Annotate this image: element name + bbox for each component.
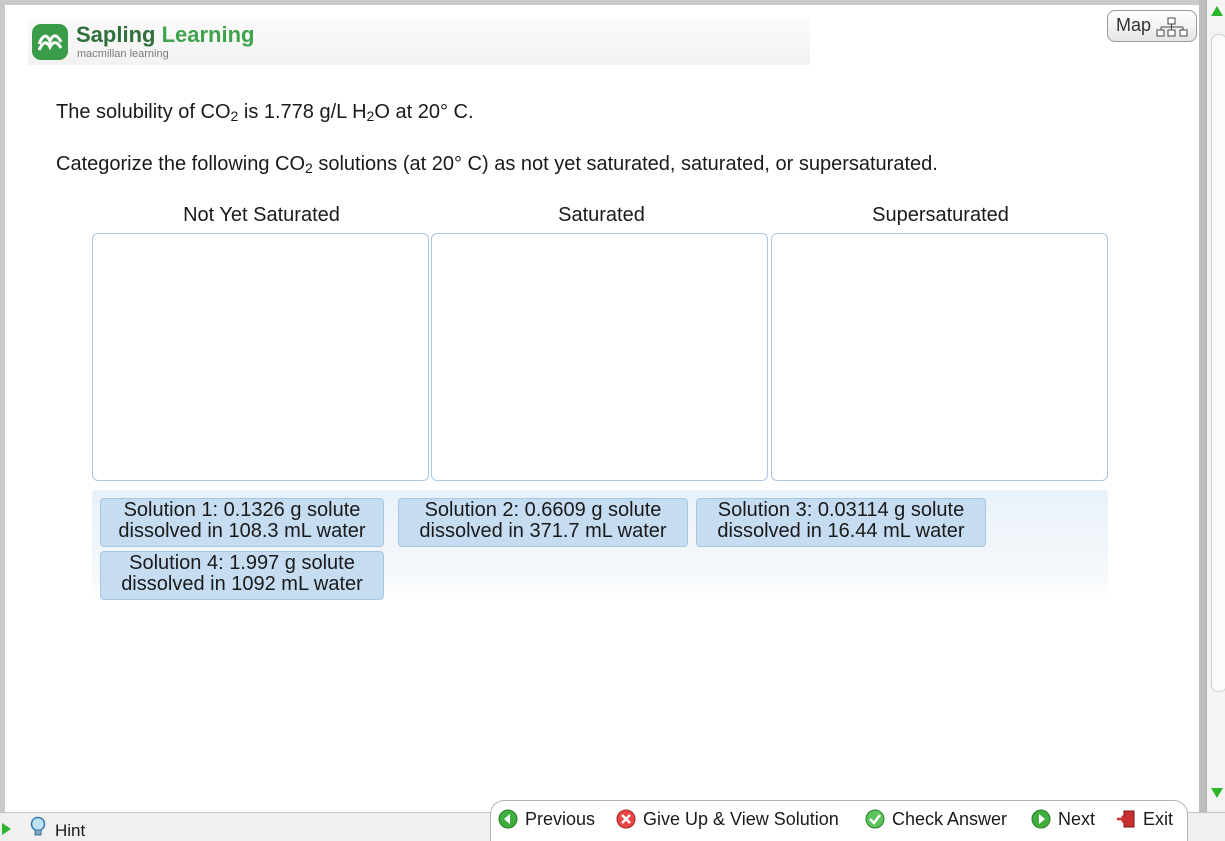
brand-name-part2: Learning: [161, 22, 255, 47]
brand-name: Sapling Learning: [76, 22, 254, 48]
vertical-scrollbar[interactable]: [1206, 0, 1225, 812]
category-label-not-yet-saturated: Not Yet Saturated: [183, 204, 340, 226]
solution-4-line2: dissolved in 1092 mL water: [121, 573, 363, 595]
q2-text-b: solutions (at 20° C) as not yet saturate…: [312, 153, 938, 175]
give-up-label: Give Up & View Solution: [643, 808, 839, 829]
draggable-solution-1[interactable]: Solution 1: 0.1326 g solute dissolved in…: [100, 498, 384, 547]
drop-bin-supersaturated[interactable]: [771, 233, 1108, 481]
give-up-x-icon: [616, 809, 636, 829]
next-button[interactable]: Next: [1031, 808, 1095, 830]
scroll-down-arrow-icon[interactable]: [1211, 788, 1223, 798]
check-answer-label: Check Answer: [892, 808, 1008, 829]
brand-subtitle: macmillan learning: [77, 48, 169, 60]
solution-1-line2: dissolved in 108.3 mL water: [118, 520, 366, 542]
previous-label: Previous: [525, 808, 596, 829]
exit-door-icon: [1117, 810, 1135, 828]
next-label: Next: [1058, 808, 1096, 829]
solution-4-line1: Solution 4: 1.997 g solute: [129, 552, 355, 574]
window-frame-top: [0, 0, 1204, 5]
hint-expand-arrow-icon[interactable]: [2, 823, 11, 835]
category-label-supersaturated: Supersaturated: [872, 204, 1009, 226]
q1-text-a: The solubility of CO: [56, 101, 231, 123]
hint-link[interactable]: Hint: [55, 821, 85, 841]
sapling-logo-icon: [32, 24, 68, 60]
exit-label: Exit: [1143, 808, 1174, 829]
lightbulb-icon[interactable]: [28, 816, 48, 838]
window-frame-right: [1199, 0, 1206, 812]
question-instruction: Categorize the following CO2 solutions (…: [56, 153, 938, 176]
category-label-saturated: Saturated: [558, 204, 645, 226]
sitemap-icon: [1156, 17, 1188, 37]
solution-1-line1: Solution 1: 0.1326 g solute: [123, 499, 361, 521]
draggable-solution-3[interactable]: Solution 3: 0.03114 g solute dissolved i…: [696, 498, 986, 547]
check-icon: [865, 809, 885, 829]
draggable-solution-2[interactable]: Solution 2: 0.6609 g solute dissolved in…: [398, 498, 688, 547]
next-arrow-icon: [1031, 809, 1051, 829]
q1-text-b: is 1.778 g/L H: [238, 101, 367, 123]
solution-2-line1: Solution 2: 0.6609 g solute: [424, 499, 662, 521]
q2-text-a: Categorize the following CO: [56, 153, 306, 175]
scroll-thumb[interactable]: [1211, 34, 1225, 692]
previous-arrow-icon: [498, 809, 518, 829]
drop-bin-saturated[interactable]: [431, 233, 768, 481]
question-solubility-statement: The solubility of CO2 is 1.778 g/L H2O a…: [56, 101, 474, 124]
previous-button[interactable]: Previous: [498, 808, 595, 830]
q1-text-c: O at 20° C.: [374, 101, 474, 123]
q2-subscript: 2: [305, 160, 313, 176]
solution-2-line2: dissolved in 371.7 mL water: [419, 520, 667, 542]
drop-bin-not-yet-saturated[interactable]: [92, 233, 429, 481]
window-frame-left: [0, 0, 5, 812]
scroll-up-arrow-icon[interactable]: [1211, 6, 1223, 16]
exit-button[interactable]: Exit: [1116, 808, 1173, 830]
brand-name-part1: Sapling: [76, 22, 162, 47]
solution-3-line2: dissolved in 16.44 mL water: [717, 520, 965, 542]
draggable-solution-4[interactable]: Solution 4: 1.997 g solute dissolved in …: [100, 551, 384, 600]
check-answer-button[interactable]: Check Answer: [865, 808, 1007, 830]
solution-3-line1: Solution 3: 0.03114 g solute: [717, 499, 965, 521]
map-button[interactable]: Map: [1107, 10, 1197, 42]
map-button-label: Map: [1116, 15, 1152, 35]
give-up-view-solution-button[interactable]: Give Up & View Solution: [616, 808, 839, 830]
